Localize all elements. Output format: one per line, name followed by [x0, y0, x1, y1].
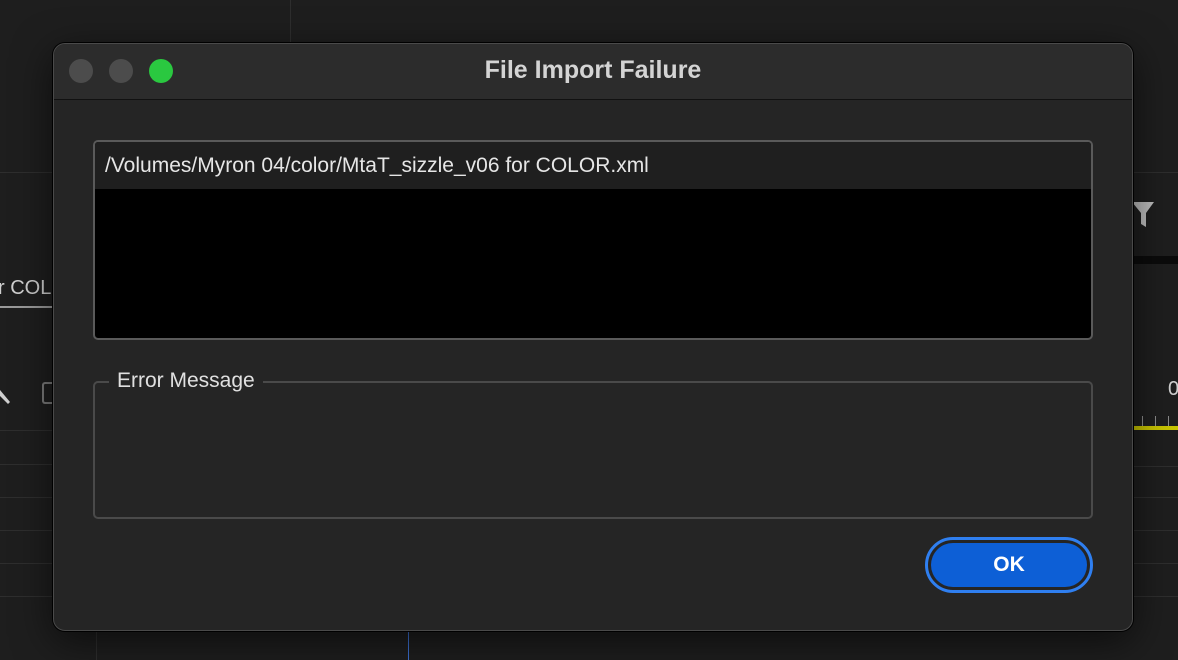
ruler-tick [1168, 416, 1169, 426]
track-divider [1131, 530, 1178, 531]
filter-icon[interactable] [1130, 200, 1156, 230]
track-divider [1131, 563, 1178, 564]
track-divider [0, 563, 53, 564]
ruler-tick [1142, 416, 1143, 426]
zoom-window-button[interactable] [149, 59, 173, 83]
track-divider [1131, 596, 1178, 597]
file-path-text: /Volumes/Myron 04/color/MtaT_sizzle_v06 … [105, 154, 649, 177]
error-message-group: Error Message [93, 366, 1093, 519]
track-divider [0, 430, 53, 431]
minimize-window-button[interactable] [109, 59, 133, 83]
timeline-work-area-bar[interactable] [1132, 426, 1178, 430]
track-divider [0, 464, 53, 465]
close-window-button[interactable] [69, 59, 93, 83]
panel-divider [0, 172, 53, 173]
dialog-title: File Import Failure [484, 56, 702, 84]
failed-files-list[interactable]: /Volumes/Myron 04/color/MtaT_sizzle_v06 … [93, 140, 1093, 340]
track-divider [96, 630, 97, 660]
file-import-failure-dialog: File Import Failure /Volumes/Myron 04/co… [53, 43, 1133, 631]
track-divider [1131, 497, 1178, 498]
track-divider [0, 530, 53, 531]
sequence-tab-label[interactable]: r COL [0, 277, 51, 300]
panel-divider [1131, 172, 1178, 173]
timecode-display: 0 [1168, 378, 1178, 400]
list-item[interactable]: /Volumes/Myron 04/color/MtaT_sizzle_v06 … [95, 142, 1091, 189]
track-divider [1131, 466, 1178, 467]
ruler-tick [1155, 416, 1156, 426]
panel-header-band [1130, 256, 1178, 264]
selection-tool-icon[interactable] [0, 382, 14, 408]
ok-button-label: OK [931, 543, 1087, 587]
panel-divider [290, 0, 291, 42]
track-divider [0, 497, 53, 498]
sequence-tab-underline [0, 306, 53, 308]
error-message-label: Error Message [109, 366, 263, 396]
playhead[interactable] [408, 628, 409, 660]
track-divider [0, 596, 53, 597]
dialog-titlebar[interactable]: File Import Failure [54, 44, 1132, 100]
ok-button[interactable]: OK [925, 537, 1093, 593]
